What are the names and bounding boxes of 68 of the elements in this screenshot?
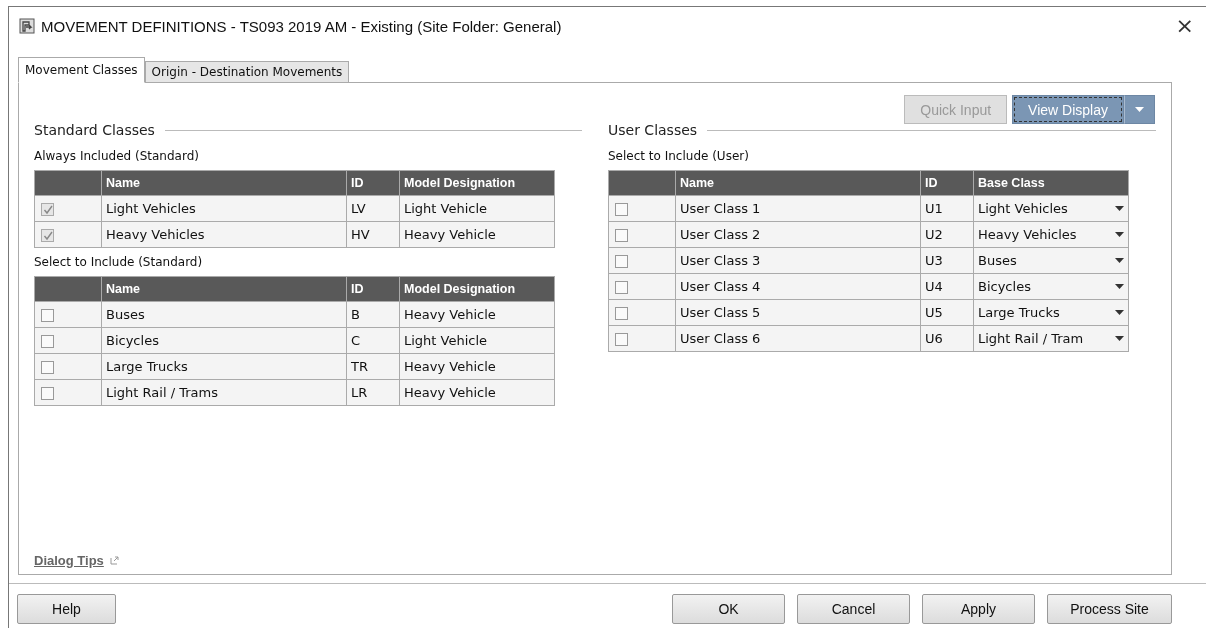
checkbox[interactable] [615,333,628,346]
table-cell: Light Vehicle [399,327,555,354]
section-heading: User Classes [608,122,698,138]
table-cell: Light Rail / Trams [101,379,347,406]
table-cell: User Class 6 [675,325,921,352]
table-cell: Heavy Vehicle [399,301,555,328]
column-header: Name [675,170,921,196]
window-title: MOVEMENT DEFINITIONS - TS093 2019 AM - Existing (Site Folder: General) [41,17,562,35]
checkbox[interactable] [41,361,54,374]
table-cell: User Class 1 [675,195,921,222]
table-cell: Heavy Vehicle [399,353,555,380]
table-cell: Large Trucks [101,353,347,380]
table-cell: Buses [101,301,347,328]
column-header: ID [346,170,400,196]
table-cell: User Class 3 [675,247,921,274]
column-header: ID [346,276,400,302]
dialog-button[interactable]: Apply [922,594,1035,624]
dialog-tips-link[interactable]: Dialog Tips [34,553,104,568]
section-heading: Standard Classes [34,122,155,138]
table-cell: Heavy Vehicles [101,221,347,248]
column-header: Base Class [973,170,1129,196]
checkbox[interactable] [41,387,54,400]
column-header: Model Designation [399,170,555,196]
table-cell: Light Vehicles [101,195,347,222]
dialog-button[interactable]: Cancel [797,594,910,624]
dialog-button[interactable]: Process Site [1047,594,1172,624]
dropdown-value: Heavy Vehicles [978,227,1077,242]
dropdown-value: Bicycles [978,279,1031,294]
caret-icon [1135,107,1144,112]
close-button[interactable]: × [1167,15,1202,37]
column-header: Name [101,276,347,302]
table-cell: Bicycles [101,327,347,354]
help-button[interactable]: Help [17,594,116,624]
caret-icon [1115,310,1124,315]
caret-icon [1115,206,1124,211]
checkbox[interactable] [615,255,628,268]
external-link-icon [109,556,119,565]
dropdown-value: Buses [978,253,1017,268]
caret-icon [1115,336,1124,341]
checkbox[interactable] [615,203,628,216]
table-cell: User Class 2 [675,221,921,248]
table-cell: Heavy Vehicle [399,379,555,406]
dropdown-value: Light Vehicles [978,201,1068,216]
tab[interactable]: Origin - Destination Movements [144,61,350,83]
app-icon [19,18,35,34]
dropdown-button[interactable] [1124,95,1155,124]
column-header: ID [920,170,974,196]
column-header: Model Designation [399,276,555,302]
table-cell: User Class 5 [675,299,921,326]
column-header: Name [101,170,347,196]
table-label: Select to Include (Standard) [34,255,204,269]
dialog-button[interactable]: OK [672,594,785,624]
checkbox[interactable] [615,307,628,320]
table-cell: Light Vehicle [399,195,555,222]
tab[interactable]: Movement Classes [18,57,145,83]
table-cell: Heavy Vehicle [399,221,555,248]
checkbox[interactable] [41,335,54,348]
dropdown-value: Large Trucks [978,305,1060,320]
checkbox[interactable] [41,309,54,322]
table-cell: User Class 4 [675,273,921,300]
caret-icon [1115,258,1124,263]
caret-icon [1115,284,1124,289]
dropdown-value: Light Rail / Tram [978,331,1084,346]
checkbox[interactable] [615,281,628,294]
table-label: Always Included (Standard) [34,149,200,163]
caret-icon [1115,232,1124,237]
checkbox[interactable] [615,229,628,242]
table-label: Select to Include (User) [608,149,750,163]
